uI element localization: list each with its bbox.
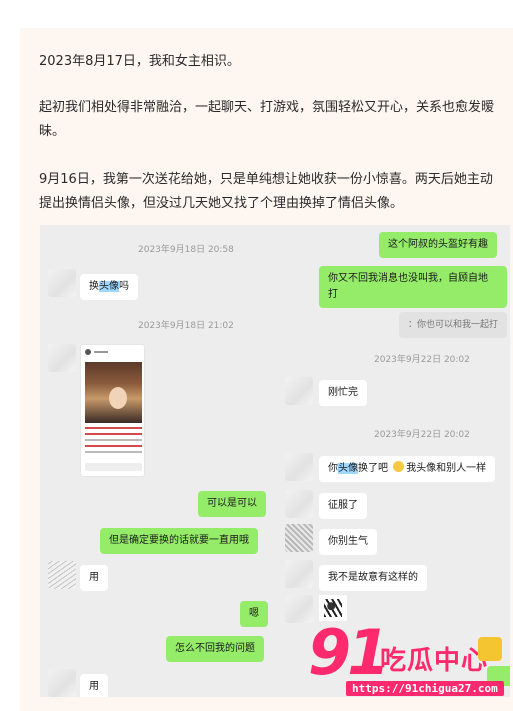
- paragraph-relationship: 起初我们相处得非常融洽，一起聊天、打游戏，氛围轻松又开心，关系也愈发暧昧。: [39, 100, 495, 139]
- avatar[interactable]: [48, 269, 76, 297]
- watermark-site-name: 吃瓜中心: [380, 646, 489, 676]
- message-incoming[interactable]: 我不是故意有这样的: [319, 565, 427, 591]
- screenshot-image[interactable]: [80, 344, 145, 477]
- avatar[interactable]: [285, 377, 313, 405]
- message-outgoing[interactable]: 嗯: [240, 601, 268, 627]
- avatar[interactable]: [48, 344, 76, 372]
- avatar[interactable]: [285, 490, 313, 518]
- message-incoming[interactable]: 你头像换了吧 我头像和别人一样: [319, 456, 496, 482]
- avatar[interactable]: [285, 453, 313, 481]
- message-outgoing[interactable]: 可以是可以: [198, 491, 266, 517]
- message-incoming[interactable]: 用: [80, 565, 108, 591]
- message-outgoing[interactable]: 怎么不回我的问题: [166, 636, 264, 662]
- watermark-url: https://91chigua27.com: [346, 681, 504, 696]
- message-incoming[interactable]: 刚忙完: [319, 380, 367, 406]
- message-incoming[interactable]: 换头像吗: [80, 274, 138, 300]
- message-incoming[interactable]: 用: [80, 674, 108, 697]
- timestamp: 2023年9月22日 20:02: [374, 355, 470, 365]
- avatar[interactable]: [48, 669, 76, 697]
- timestamp: 2023年9月18日 21:02: [138, 321, 234, 331]
- paragraph-meet-date: 2023年8月17日，我和女主相识。: [39, 54, 240, 69]
- quoted-reply[interactable]: ：你也可以和我一起打: [399, 312, 508, 338]
- timestamp: 2023年9月22日 20:02: [374, 430, 470, 440]
- laugh-emoji-icon: [393, 461, 405, 472]
- avatar[interactable]: [48, 561, 76, 589]
- timestamp: 2023年9月18日 20:58: [138, 245, 234, 255]
- message-outgoing[interactable]: 这个阿叔的头盔好有趣: [379, 232, 497, 258]
- watermark: 91 吃瓜中心 https://91chigua27.com: [300, 617, 513, 711]
- message-outgoing[interactable]: 你又不回我消息也没叫我，自顾自地打: [319, 266, 507, 308]
- watermark-logo-number: 91: [308, 616, 390, 689]
- message-outgoing[interactable]: 但是确定要换的话就要一直用哦: [100, 528, 258, 554]
- avatar[interactable]: [285, 560, 313, 588]
- message-incoming[interactable]: 你别生气: [319, 529, 377, 555]
- message-incoming[interactable]: 征服了: [319, 493, 367, 519]
- mascot-icon: [478, 637, 502, 661]
- paragraph-flowers: 9月16日，我第一次送花给她，只是单纯想让她收获一份小惊喜。两天后她主动提出换情…: [39, 172, 493, 211]
- avatar[interactable]: [285, 524, 313, 552]
